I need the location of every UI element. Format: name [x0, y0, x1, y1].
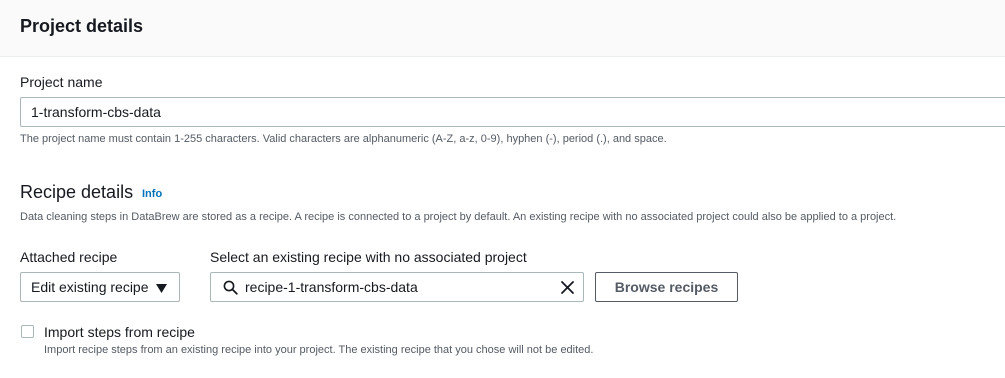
info-link[interactable]: Info — [142, 188, 162, 200]
close-icon[interactable] — [560, 280, 575, 295]
import-steps-label: Import steps from recipe — [44, 324, 195, 340]
recipe-description: Data cleaning steps in DataBrew are stor… — [20, 211, 897, 223]
attached-recipe-label: Attached recipe — [20, 249, 118, 265]
panel-header: Project details — [0, 0, 1005, 57]
recipe-search[interactable] — [210, 272, 584, 302]
attached-recipe-select[interactable]: Edit existing recipe — [20, 272, 180, 302]
recipe-search-input[interactable] — [245, 273, 545, 301]
attached-recipe-value: Edit existing recipe — [31, 279, 149, 295]
recipe-details-title: Recipe details — [20, 182, 134, 202]
project-name-label: Project name — [20, 74, 103, 90]
caret-down-icon — [156, 284, 167, 293]
import-steps-description: Import recipe steps from an existing rec… — [44, 344, 594, 356]
search-icon — [223, 280, 238, 295]
page-title: Project details — [20, 16, 144, 36]
project-name-input[interactable] — [20, 97, 1005, 127]
project-name-help: The project name must contain 1-255 char… — [20, 133, 667, 145]
browse-recipes-button[interactable]: Browse recipes — [595, 272, 738, 302]
import-steps-checkbox[interactable] — [21, 325, 34, 338]
select-recipe-label: Select an existing recipe with no associ… — [210, 249, 527, 265]
